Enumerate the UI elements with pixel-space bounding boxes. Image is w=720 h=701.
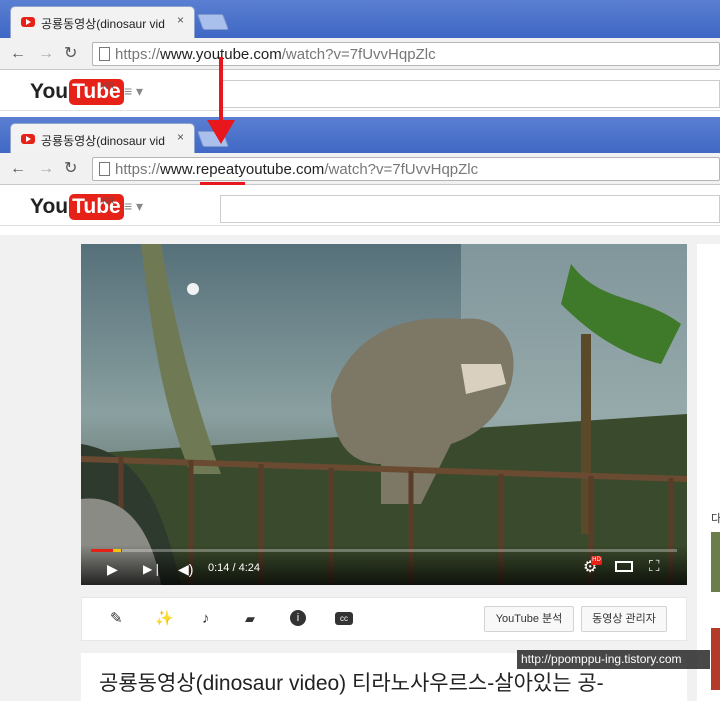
reload-icon[interactable]: ↻	[64, 159, 77, 179]
red-arrow-icon	[219, 57, 223, 127]
address-url: https://www.repeatyoutube.com/watch?v=7f…	[115, 161, 479, 178]
tab-close-icon[interactable]: ×	[177, 13, 184, 27]
hd-badge: HD	[591, 556, 602, 565]
top-youtube-header: You Tube KR ≡ ▾	[0, 71, 720, 111]
progress-bar[interactable]	[91, 549, 677, 552]
video-action-bar: ✎ ✨ ♪ ▰ i cc YouTube 분석 동영상 관리자	[81, 597, 687, 641]
music-icon[interactable]: ♪	[202, 610, 210, 628]
magic-wand-icon[interactable]: ✨	[155, 610, 174, 628]
youtube-favicon-icon	[21, 134, 35, 144]
guide-menu-icon[interactable]: ≡ ▾	[124, 83, 143, 100]
address-bar[interactable]: https://www.repeatyoutube.com/watch?v=7f…	[92, 157, 720, 181]
video-player[interactable]: ▶ ▶❘ ◀) 0:14 / 4:24 ⚙ ⛶	[81, 244, 687, 585]
tab-close-icon[interactable]: ×	[177, 130, 184, 144]
reload-icon[interactable]: ↻	[64, 44, 77, 64]
sidebar-text: 다	[711, 513, 720, 525]
theater-icon[interactable]	[615, 561, 633, 572]
cc-icon[interactable]: cc	[335, 612, 353, 625]
tab-title: 공룡동영상(dinosaur vid	[41, 17, 165, 31]
info-icon[interactable]: i	[290, 610, 306, 626]
forward-arrow-icon[interactable]: →	[38, 44, 54, 64]
video-manager-button[interactable]: 동영상 관리자	[581, 606, 667, 632]
forward-arrow-icon[interactable]: →	[38, 159, 54, 179]
player-controls: ▶ ▶❘ ◀) 0:14 / 4:24 ⚙ ⛶	[81, 545, 687, 585]
page-icon	[99, 162, 110, 176]
youtube-logo[interactable]: You Tube KR	[30, 194, 124, 220]
bottom-browser-tab[interactable]: 공룡동영상(dinosaur vid ×	[10, 123, 195, 155]
fullscreen-icon[interactable]: ⛶	[649, 559, 660, 575]
volume-icon[interactable]: ◀)	[178, 561, 193, 577]
pencil-icon[interactable]: ✎	[110, 610, 123, 628]
top-toolbar: ← → ↻ https://www.youtube.com/watch?v=7f…	[0, 38, 720, 70]
comment-icon[interactable]: ▰	[245, 610, 255, 628]
new-tab-button[interactable]	[197, 14, 229, 30]
progress-marker	[113, 549, 121, 552]
region-label: KR	[102, 196, 115, 206]
video-frame-image	[81, 244, 687, 585]
youtube-favicon-icon	[21, 17, 35, 27]
bottom-youtube-header: You Tube KR ≡ ▾	[0, 186, 720, 226]
next-icon[interactable]: ▶❘	[143, 561, 162, 577]
inserted-repeat-text: repeat	[195, 161, 239, 178]
bottom-toolbar: ← → ↻ https://www.repeatyoutube.com/watc…	[0, 153, 720, 185]
top-browser-tab[interactable]: 공룡동영상(dinosaur vid ×	[10, 6, 195, 38]
repeat-underline	[200, 182, 245, 185]
address-bar[interactable]: https://www.youtube.com/watch?v=7fUvvHqp…	[92, 42, 720, 66]
back-arrow-icon[interactable]: ←	[10, 44, 26, 64]
right-sidebar: 다	[697, 244, 720, 701]
page-icon	[99, 47, 110, 61]
guide-menu-icon[interactable]: ≡ ▾	[124, 198, 143, 215]
sidebar-thumbnail[interactable]	[711, 628, 720, 690]
back-arrow-icon[interactable]: ←	[10, 159, 26, 179]
time-display: 0:14 / 4:24	[208, 562, 260, 574]
top-tab-strip: 공룡동영상(dinosaur vid ×	[0, 0, 720, 38]
tab-title: 공룡동영상(dinosaur vid	[41, 134, 165, 148]
region-label: KR	[102, 81, 115, 91]
play-icon[interactable]: ▶	[107, 561, 118, 577]
youtube-search-input[interactable]	[220, 195, 720, 223]
red-arrow-head-icon	[207, 120, 235, 144]
youtube-logo[interactable]: You Tube KR	[30, 79, 124, 105]
youtube-analytics-button[interactable]: YouTube 분석	[484, 606, 574, 632]
watermark: http://ppomppu-ing.tistory.com	[517, 650, 710, 669]
address-url: https://www.youtube.com/watch?v=7fUvvHqp…	[115, 46, 436, 63]
youtube-search-input[interactable]	[220, 80, 720, 108]
video-title: 공룡동영상(dinosaur video) 티라노사우르스-살아있는 공-	[99, 672, 604, 695]
sidebar-thumbnail[interactable]	[711, 532, 720, 592]
bottom-tab-strip: 공룡동영상(dinosaur vid ×	[0, 117, 720, 155]
